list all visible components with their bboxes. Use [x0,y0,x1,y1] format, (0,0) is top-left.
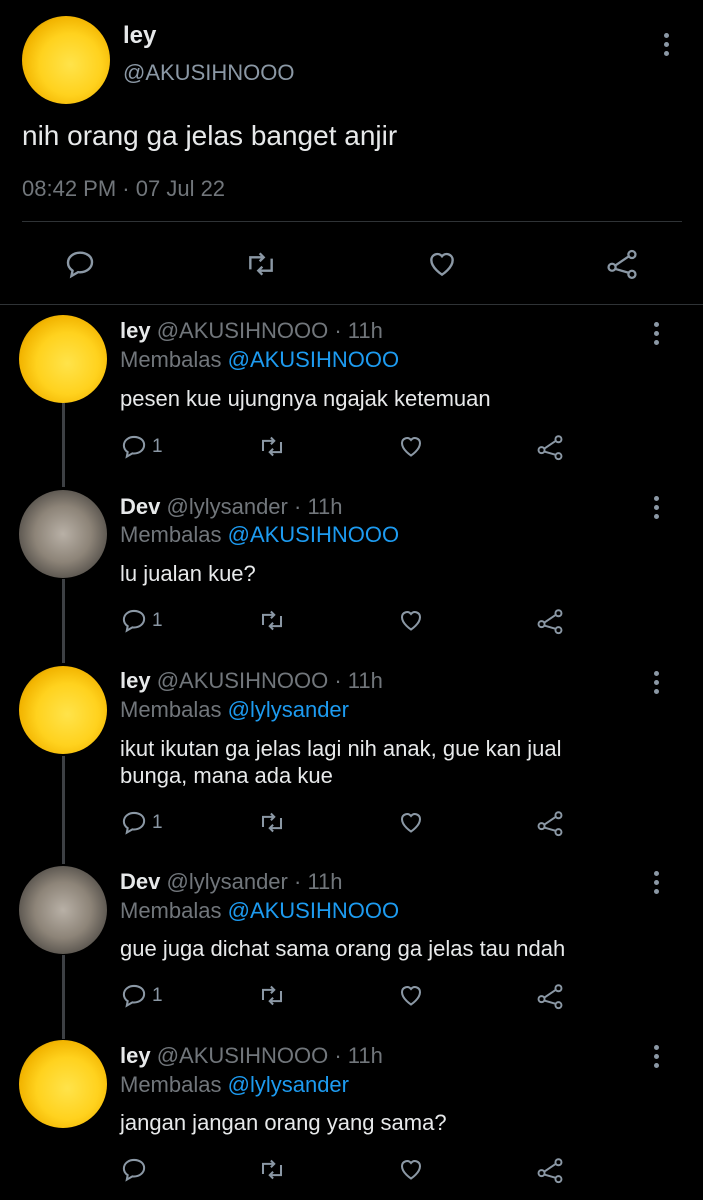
reply-icon[interactable] [120,607,148,634]
author-name[interactable]: ley [120,668,151,693]
avatar[interactable] [19,490,107,578]
author-name[interactable]: ley [120,1043,151,1068]
author-handle[interactable]: @AKUSIHNOOO [123,60,294,86]
reply-header: ley @AKUSIHNOOO · 11h [120,668,383,694]
more-icon[interactable] [653,871,659,894]
like-icon[interactable] [424,248,460,280]
avatar[interactable] [19,315,107,403]
like-icon[interactable] [396,1156,426,1183]
replying-to-label: Membalas [120,347,222,372]
retweet-icon[interactable] [257,1156,287,1183]
share-icon[interactable] [535,981,565,1010]
divider [0,304,703,305]
avatar[interactable] [19,666,107,754]
replying-to: Membalas @lylysander [120,697,349,723]
thread-line [62,403,65,487]
reply-icon[interactable] [63,248,97,280]
share-icon[interactable] [535,606,565,635]
retweet-icon[interactable] [257,607,287,634]
reply-text-line: ikut ikutan ga jelas lagi nih anak, gue … [120,736,562,761]
avatar[interactable] [22,16,110,104]
author-handle[interactable]: @lylysander [166,869,287,894]
thread-line [62,955,65,1039]
replying-to: Membalas @lylysander [120,1072,349,1098]
more-icon[interactable] [653,322,659,345]
author-name[interactable]: ley [120,318,151,343]
replying-to-label: Membalas [120,697,222,722]
avatar[interactable] [19,866,107,954]
reply-time: · 11h [294,869,343,894]
tweet-text: nih orang ga jelas banget anjir [22,120,398,151]
more-icon[interactable] [653,1045,659,1068]
tweet-time: 08:42 PM [22,176,117,201]
reply-count: 1 [152,610,163,631]
avatar[interactable] [19,1040,107,1128]
reply-icon[interactable] [120,982,148,1009]
author-handle[interactable]: @AKUSIHNOOO [157,668,328,693]
more-icon[interactable] [653,671,659,694]
author-handle[interactable]: @AKUSIHNOOO [157,318,328,343]
replying-to-label: Membalas [120,522,222,547]
reply-count: 1 [152,812,163,833]
reply-header: ley @AKUSIHNOOO · 11h [120,1043,383,1069]
tweet-date: 07 Jul 22 [135,176,226,201]
tweet-timestamp: 08:42 PM · 07 Jul 22 [22,176,225,202]
reply-icon[interactable] [120,433,148,460]
more-icon[interactable] [663,33,669,56]
replying-to-handle[interactable]: @lylysander [228,1072,349,1097]
retweet-icon[interactable] [257,809,287,836]
reply-text: jangan jangan orang yang sama? [120,1110,447,1135]
thread-line [62,756,65,864]
like-icon[interactable] [396,809,426,836]
author-name[interactable]: ley [123,22,156,50]
replying-to-label: Membalas [120,898,222,923]
reply-header: Dev @lylysander · 11h [120,494,343,520]
reply-count: 1 [152,985,163,1006]
retweet-icon[interactable] [257,982,287,1009]
reply-header: Dev @lylysander · 11h [120,869,343,895]
reply-time: · 11h [334,318,383,343]
divider [22,221,682,222]
reply-icon[interactable] [120,1156,148,1183]
replying-to-label: Membalas [120,1072,222,1097]
replying-to-handle[interactable]: @AKUSIHNOOO [228,898,399,923]
reply-time: · 11h [294,494,343,519]
replying-to: Membalas @AKUSIHNOOO [120,347,399,373]
share-icon[interactable] [604,246,640,280]
reply-text: gue juga dichat sama orang ga jelas tau … [120,936,566,961]
author-name[interactable]: Dev [120,869,160,894]
share-icon[interactable] [535,1155,565,1184]
more-icon[interactable] [653,496,659,519]
replying-to: Membalas @AKUSIHNOOO [120,898,399,924]
reply-text: lu jualan kue? [120,561,256,586]
thread-line [62,579,65,663]
replying-to-handle[interactable]: @AKUSIHNOOO [228,347,399,372]
like-icon[interactable] [396,607,426,634]
share-icon[interactable] [535,808,565,837]
retweet-icon[interactable] [257,433,287,460]
author-handle[interactable]: @lylysander [166,494,287,519]
replying-to-handle[interactable]: @AKUSIHNOOO [228,522,399,547]
author-name[interactable]: Dev [120,494,160,519]
reply-text-line: bunga, mana ada kue [120,763,333,788]
replying-to-handle[interactable]: @lylysander [228,697,349,722]
reply-header: ley @AKUSIHNOOO · 11h [120,318,383,344]
reply-time: · 11h [334,1043,383,1068]
share-icon[interactable] [535,432,565,461]
reply-text: pesen kue ujungnya ngajak ketemuan [120,386,491,411]
reply-time: · 11h [334,668,383,693]
like-icon[interactable] [396,982,426,1009]
separator: · [122,176,130,201]
author-handle[interactable]: @AKUSIHNOOO [157,1043,328,1068]
retweet-icon[interactable] [243,248,279,280]
reply-icon[interactable] [120,809,148,836]
like-icon[interactable] [396,433,426,460]
replying-to: Membalas @AKUSIHNOOO [120,522,399,548]
reply-count: 1 [152,436,163,457]
